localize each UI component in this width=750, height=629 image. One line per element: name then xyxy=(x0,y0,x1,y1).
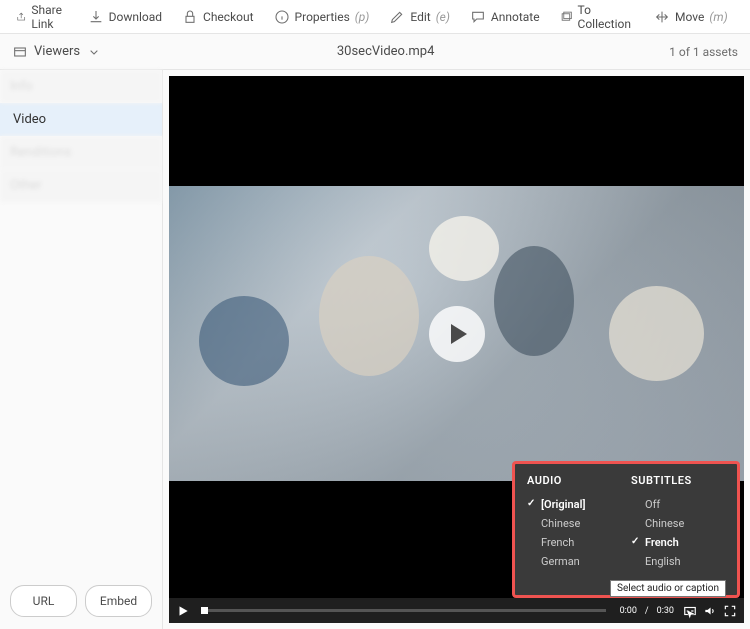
subs-option-english[interactable]: English xyxy=(631,552,725,571)
pencil-icon xyxy=(389,9,405,25)
time-total: 0:30 xyxy=(657,606,674,616)
lock-icon xyxy=(182,9,198,25)
annotate-button[interactable]: Annotate xyxy=(462,5,548,29)
move-icon xyxy=(654,9,670,25)
volume-button[interactable] xyxy=(702,603,718,619)
top-toolbar: Share Link Download Checkout Properties … xyxy=(0,0,750,34)
audio-column: AUDIO [Original] Chinese French German xyxy=(527,474,621,571)
url-button[interactable]: URL xyxy=(10,585,77,617)
properties-label: Properties xyxy=(295,10,350,24)
share-link-button[interactable]: Share Link xyxy=(8,0,76,35)
audio-option-german[interactable]: German xyxy=(527,552,621,571)
sidebar-item-blurred-2[interactable]: Renditions xyxy=(0,136,162,169)
main-panel: AUDIO [Original] Chinese French German S… xyxy=(163,70,750,629)
video-controls: 0:00 / 0:30 xyxy=(169,598,744,623)
play-overlay-button[interactable] xyxy=(429,306,485,362)
checkout-label: Checkout xyxy=(203,10,254,24)
download-icon xyxy=(88,9,104,25)
sidebar-item-blurred-3[interactable]: Other xyxy=(0,169,162,202)
sidebar-item-blurred-1[interactable]: Info xyxy=(0,70,162,103)
properties-button[interactable]: Properties (p) xyxy=(266,5,378,29)
download-button[interactable]: Download xyxy=(80,5,170,29)
play-button[interactable] xyxy=(175,603,191,619)
subtitles-header: SUBTITLES xyxy=(631,474,725,487)
subs-option-chinese[interactable]: Chinese xyxy=(631,514,725,533)
audio-header: AUDIO xyxy=(527,474,621,487)
viewers-dropdown[interactable]: Viewers xyxy=(12,44,102,60)
sidebar: Info Video Renditions Other URL Embed xyxy=(0,70,163,629)
viewers-icon xyxy=(12,44,28,60)
move-hint: (m) xyxy=(709,10,727,24)
move-button[interactable]: Move (m) xyxy=(646,5,736,29)
asset-count: 1 of 1 assets xyxy=(669,45,738,59)
content-area: Info Video Renditions Other URL Embed AU… xyxy=(0,70,750,629)
embed-button[interactable]: Embed xyxy=(85,585,152,617)
asset-header: Viewers 30secVideo.mp4 1 of 1 assets xyxy=(0,34,750,70)
download-label: Download xyxy=(109,10,162,24)
edit-button[interactable]: Edit (e) xyxy=(381,5,458,29)
video-player: AUDIO [Original] Chinese French German S… xyxy=(169,76,744,623)
audio-option-french[interactable]: French xyxy=(527,533,621,552)
chevron-down-icon xyxy=(86,44,102,60)
edit-hint: (e) xyxy=(436,10,450,24)
share-label: Share Link xyxy=(31,3,67,31)
audio-option-original[interactable]: [Original] xyxy=(527,495,621,514)
fullscreen-button[interactable] xyxy=(722,603,738,619)
share-icon xyxy=(16,9,26,25)
seek-bar[interactable] xyxy=(201,609,606,612)
time-current: 0:00 xyxy=(620,606,637,616)
annotate-label: Annotate xyxy=(491,10,540,24)
caption-tooltip: Select audio or caption xyxy=(610,580,726,597)
comment-icon xyxy=(470,9,486,25)
subs-option-off[interactable]: Off xyxy=(631,495,725,514)
collection-icon xyxy=(560,9,573,25)
edit-label: Edit xyxy=(410,10,430,24)
checkout-button[interactable]: Checkout xyxy=(174,5,262,29)
audio-caption-menu: AUDIO [Original] Chinese French German S… xyxy=(512,461,740,598)
sidebar-buttons: URL Embed xyxy=(0,585,162,617)
subs-option-french[interactable]: French xyxy=(631,533,725,552)
time-sep: / xyxy=(645,606,649,616)
properties-hint: (p) xyxy=(355,10,370,24)
collection-label: To Collection xyxy=(578,3,635,31)
viewers-label: Viewers xyxy=(34,44,80,59)
to-collection-button[interactable]: To Collection xyxy=(552,0,642,35)
more-button[interactable]: ••• xyxy=(740,6,750,28)
subtitles-column: SUBTITLES Off Chinese French English xyxy=(631,474,725,571)
sidebar-item-video[interactable]: Video xyxy=(0,103,162,136)
audio-option-chinese[interactable]: Chinese xyxy=(527,514,621,533)
video-thumbnail[interactable] xyxy=(169,186,744,481)
move-label: Move xyxy=(675,10,704,24)
cursor-icon xyxy=(684,607,698,621)
asset-title: 30secVideo.mp4 xyxy=(102,44,669,59)
info-icon xyxy=(274,9,290,25)
